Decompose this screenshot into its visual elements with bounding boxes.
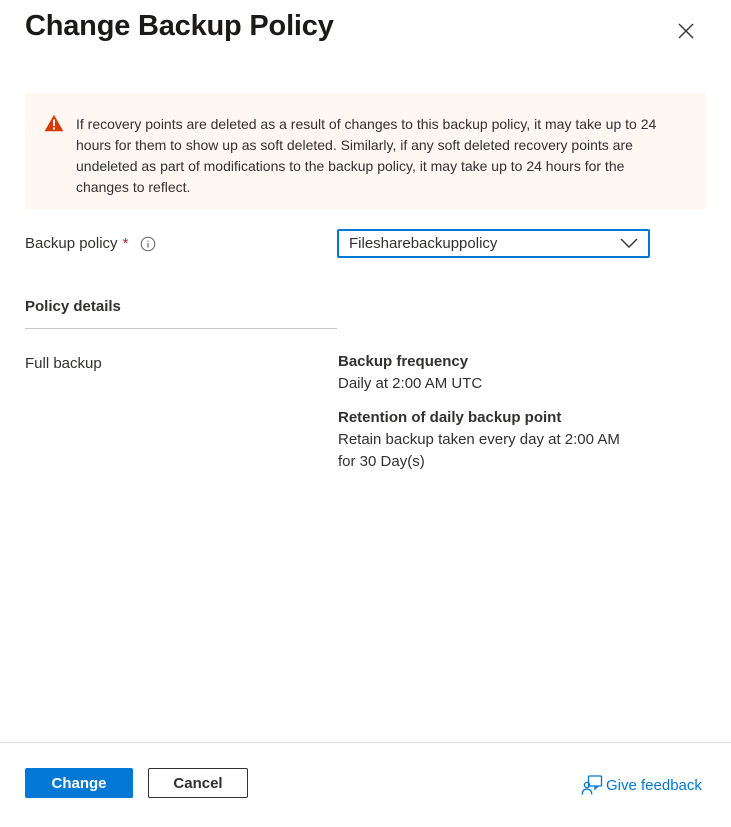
retention-block: Retention of daily backup point Retain b… bbox=[338, 407, 678, 473]
required-marker: * bbox=[122, 235, 129, 252]
change-backup-policy-panel: Change Backup Policy If recovery points … bbox=[0, 0, 731, 827]
give-feedback-link[interactable]: Give feedback bbox=[581, 774, 702, 796]
full-backup-label: Full backup bbox=[25, 355, 102, 372]
cancel-button[interactable]: Cancel bbox=[148, 768, 248, 798]
retention-heading: Retention of daily backup point bbox=[338, 409, 562, 426]
section-divider bbox=[25, 328, 337, 329]
backup-policy-label: Backup policy bbox=[25, 235, 118, 252]
give-feedback-label: Give feedback bbox=[606, 776, 702, 794]
retention-line-2: for 30 Day(s) bbox=[338, 453, 425, 470]
backup-policy-label-row: Backup policy * bbox=[25, 235, 156, 252]
warning-banner: If recovery points are deleted as a resu… bbox=[25, 93, 706, 209]
chevron-down-icon bbox=[620, 238, 638, 248]
warning-text: If recovery points are deleted as a resu… bbox=[76, 116, 657, 195]
backup-frequency-value: Daily at 2:00 AM UTC bbox=[338, 375, 483, 392]
policy-details-heading: Policy details bbox=[25, 298, 121, 315]
backup-frequency-block: Backup frequency Daily at 2:00 AM UTC bbox=[338, 351, 678, 395]
info-icon[interactable] bbox=[140, 236, 156, 252]
feedback-icon bbox=[581, 775, 603, 795]
retention-line-1: Retain backup taken every day at 2:00 AM bbox=[338, 431, 620, 448]
backup-policy-selected-value: Filesharebackuppolicy bbox=[349, 235, 498, 252]
change-button[interactable]: Change bbox=[25, 768, 133, 798]
close-icon bbox=[678, 23, 694, 39]
backup-frequency-heading: Backup frequency bbox=[338, 353, 469, 370]
footer-divider bbox=[0, 742, 731, 743]
dialog-title: Change Backup Policy bbox=[25, 10, 334, 42]
backup-policy-dropdown[interactable]: Filesharebackuppolicy bbox=[337, 229, 650, 258]
close-button[interactable] bbox=[674, 19, 698, 43]
warning-icon bbox=[44, 114, 64, 132]
